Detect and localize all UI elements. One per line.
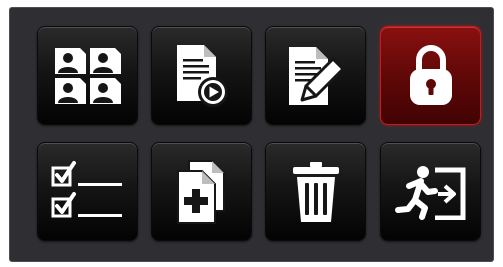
exit-icon bbox=[394, 165, 465, 220]
document-edit-icon bbox=[288, 46, 344, 105]
contacts-grid-icon bbox=[54, 47, 121, 104]
delete-tile[interactable] bbox=[265, 142, 366, 241]
menu-panel bbox=[9, 7, 494, 262]
contacts-tile[interactable] bbox=[37, 26, 138, 125]
checklist-tile[interactable] bbox=[37, 142, 138, 241]
padlock-icon bbox=[409, 44, 452, 105]
playback-tile[interactable] bbox=[151, 26, 252, 125]
document-play-icon bbox=[176, 44, 228, 107]
lock-tile[interactable] bbox=[380, 26, 481, 125]
trash-icon bbox=[292, 161, 339, 222]
exit-tile[interactable] bbox=[380, 142, 481, 241]
add-document-icon bbox=[176, 159, 225, 224]
edit-tile[interactable] bbox=[265, 26, 366, 125]
checklist-icon bbox=[51, 160, 122, 217]
new-document-tile[interactable] bbox=[151, 142, 252, 241]
